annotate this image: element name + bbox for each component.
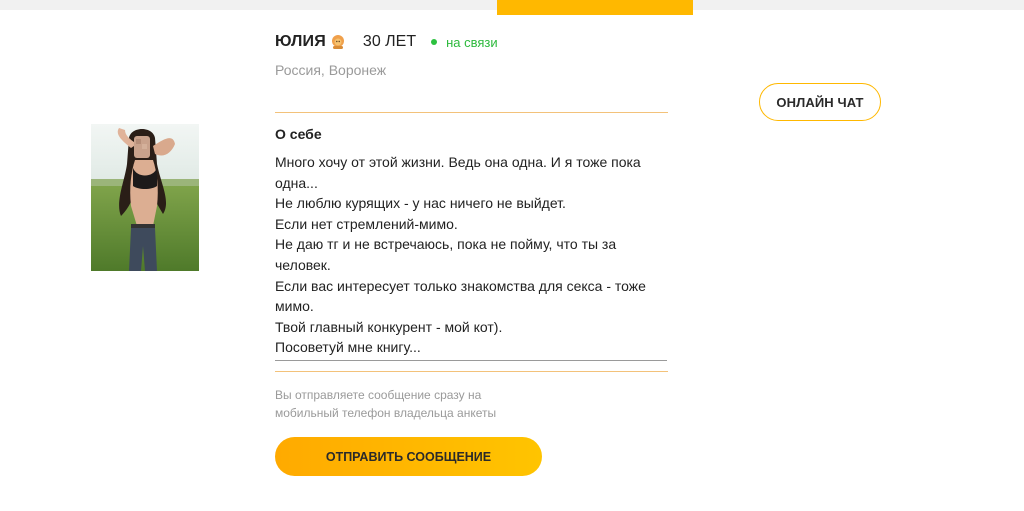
active-tab-indicator (497, 0, 693, 15)
profile-name: ЮЛИЯ (275, 33, 326, 50)
divider-top (275, 112, 668, 113)
about-title: О себе (275, 126, 322, 142)
profile-location: Россия, Воронеж (275, 62, 387, 78)
message-hint: Вы отправляете сообщение сразу на мобиль… (275, 388, 497, 420)
divider-bottom (275, 371, 668, 372)
send-message-button[interactable]: ОТПРАВИТЬ СООБЩЕНИЕ (275, 437, 542, 476)
profile-age: 30 ЛЕТ (362, 33, 417, 50)
online-status: на связи (446, 34, 498, 50)
about-text: Много хочу от этой жизни. Ведь она одна.… (275, 152, 667, 361)
online-status-dot-icon (431, 39, 438, 45)
profile-header: ЮЛИЯ 30 ЛЕТ на связи (275, 31, 498, 53)
lion-zodiac-icon (330, 34, 346, 50)
profile-photo-image (91, 124, 199, 271)
profile-photo[interactable] (91, 124, 199, 271)
online-chat-button[interactable]: ОНЛАЙН ЧАТ (759, 83, 881, 121)
